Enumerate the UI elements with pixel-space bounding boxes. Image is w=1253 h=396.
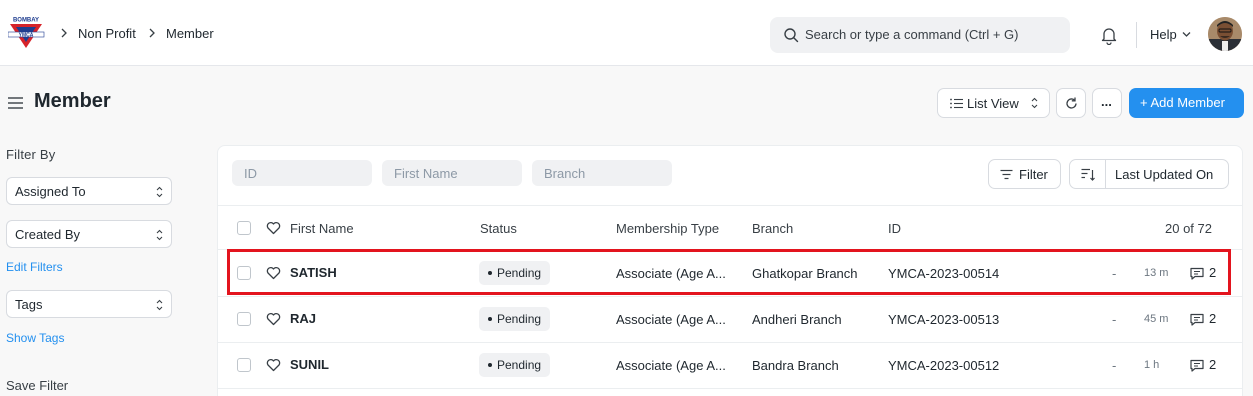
sort-updown-icon: [1031, 97, 1038, 109]
row-highlight: [227, 249, 1231, 295]
sort-divider: [1105, 160, 1106, 188]
assigned-to-label: Assigned To: [15, 184, 86, 199]
chevron-right-icon: [61, 28, 67, 38]
modified-time: 45 m: [1144, 313, 1169, 325]
ymca-logo[interactable]: BOMBAY YMCA: [7, 16, 46, 50]
created-by-label: Created By: [15, 227, 81, 242]
refresh-icon: [1066, 97, 1077, 109]
search-placeholder: Search or type a command (Ctrl + G): [805, 27, 1019, 42]
status-badge: Pending: [479, 307, 551, 331]
bell-icon[interactable]: [1100, 25, 1118, 45]
membership-type-cell: Associate (Age A...: [616, 312, 726, 327]
avatar[interactable]: [1208, 17, 1242, 51]
sort-control[interactable]: Last Updated On: [1069, 159, 1229, 189]
comment-icon: [1190, 359, 1204, 372]
more-button[interactable]: ...: [1092, 88, 1122, 118]
add-member-button[interactable]: + Add Member: [1129, 88, 1244, 118]
svg-text:YMCA: YMCA: [19, 32, 34, 38]
edit-filters-link[interactable]: Edit Filters: [6, 260, 63, 274]
header-branch: Branch: [752, 221, 794, 236]
refresh-button[interactable]: [1056, 88, 1086, 118]
record-count: 20 of 72: [1165, 221, 1212, 236]
show-tags-link[interactable]: Show Tags: [6, 331, 64, 345]
breadcrumb-member[interactable]: Member: [166, 26, 214, 41]
comment-icon: [1190, 313, 1204, 326]
chevron-down-icon[interactable]: [1182, 31, 1191, 38]
svg-text:BOMBAY: BOMBAY: [13, 18, 39, 24]
more-label: ...: [1101, 94, 1112, 109]
branch-cell: Bandra Branch: [752, 358, 839, 373]
id-cell: YMCA-2023-00513: [888, 312, 1000, 327]
navbar-divider: [1136, 22, 1137, 48]
branch-filter-input[interactable]: Branch: [532, 160, 672, 186]
heart-icon[interactable]: [266, 312, 281, 326]
sort-label[interactable]: Last Updated On: [1115, 167, 1213, 182]
header-membership-type: Membership Type: [616, 221, 720, 236]
navbar: BOMBAY YMCA Non Profit Member Search or …: [0, 0, 1253, 66]
dash-cell: -: [1112, 358, 1117, 373]
add-member-label: + Add Member: [1140, 95, 1225, 110]
filter-by-heading: Filter By: [6, 147, 56, 162]
chevron-right-icon: [149, 28, 155, 38]
header-first-name: First Name: [290, 221, 354, 236]
created-by-select[interactable]: Created By: [6, 220, 172, 248]
search-input[interactable]: Search or type a command (Ctrl + G): [770, 17, 1070, 53]
filter-button[interactable]: Filter: [988, 159, 1061, 189]
divider: [218, 205, 1242, 206]
tags-label: Tags: [15, 297, 43, 312]
comment-count: 2: [1209, 311, 1217, 326]
member-name-link[interactable]: SUNIL: [290, 357, 329, 372]
first-name-filter-input[interactable]: First Name: [382, 160, 522, 186]
heart-icon[interactable]: [266, 358, 281, 372]
list-view-button[interactable]: List View: [937, 88, 1050, 118]
list-view-label: List View: [967, 96, 1019, 111]
select-all-checkbox[interactable]: [237, 221, 251, 235]
menu-icon[interactable]: [8, 97, 23, 109]
row-checkbox[interactable]: [237, 312, 251, 326]
help-menu[interactable]: Help: [1150, 27, 1177, 42]
id-cell: YMCA-2023-00512: [888, 358, 1000, 373]
header-id: ID: [888, 221, 901, 236]
divider: [218, 342, 1242, 343]
breadcrumb-non-profit[interactable]: Non Profit: [78, 26, 136, 41]
heart-icon[interactable]: [266, 221, 281, 235]
modified-time: 1 h: [1144, 359, 1160, 371]
save-filter-heading: Save Filter: [6, 378, 69, 393]
sort-icon[interactable]: [1081, 168, 1095, 181]
divider: [218, 388, 1242, 389]
header-status: Status: [480, 221, 517, 236]
dash-cell: -: [1112, 312, 1117, 327]
filter-icon: [1000, 169, 1013, 180]
page-title: Member: [34, 90, 111, 112]
membership-type-cell: Associate (Age A...: [616, 358, 726, 373]
row-checkbox[interactable]: [237, 358, 251, 372]
sort-updown-icon: [156, 229, 163, 241]
tags-select[interactable]: Tags: [6, 290, 172, 318]
sort-updown-icon: [156, 186, 163, 198]
comment-count: 2: [1209, 357, 1217, 372]
search-icon: [784, 28, 799, 43]
list-icon: [950, 98, 963, 109]
status-badge: Pending: [479, 353, 551, 377]
filter-label: Filter: [1019, 167, 1048, 182]
assigned-to-select[interactable]: Assigned To: [6, 177, 172, 205]
branch-cell: Andheri Branch: [752, 312, 842, 327]
id-filter-input[interactable]: ID: [232, 160, 372, 186]
member-name-link[interactable]: RAJ: [290, 311, 316, 326]
divider: [218, 296, 1242, 297]
sort-updown-icon: [156, 299, 163, 311]
